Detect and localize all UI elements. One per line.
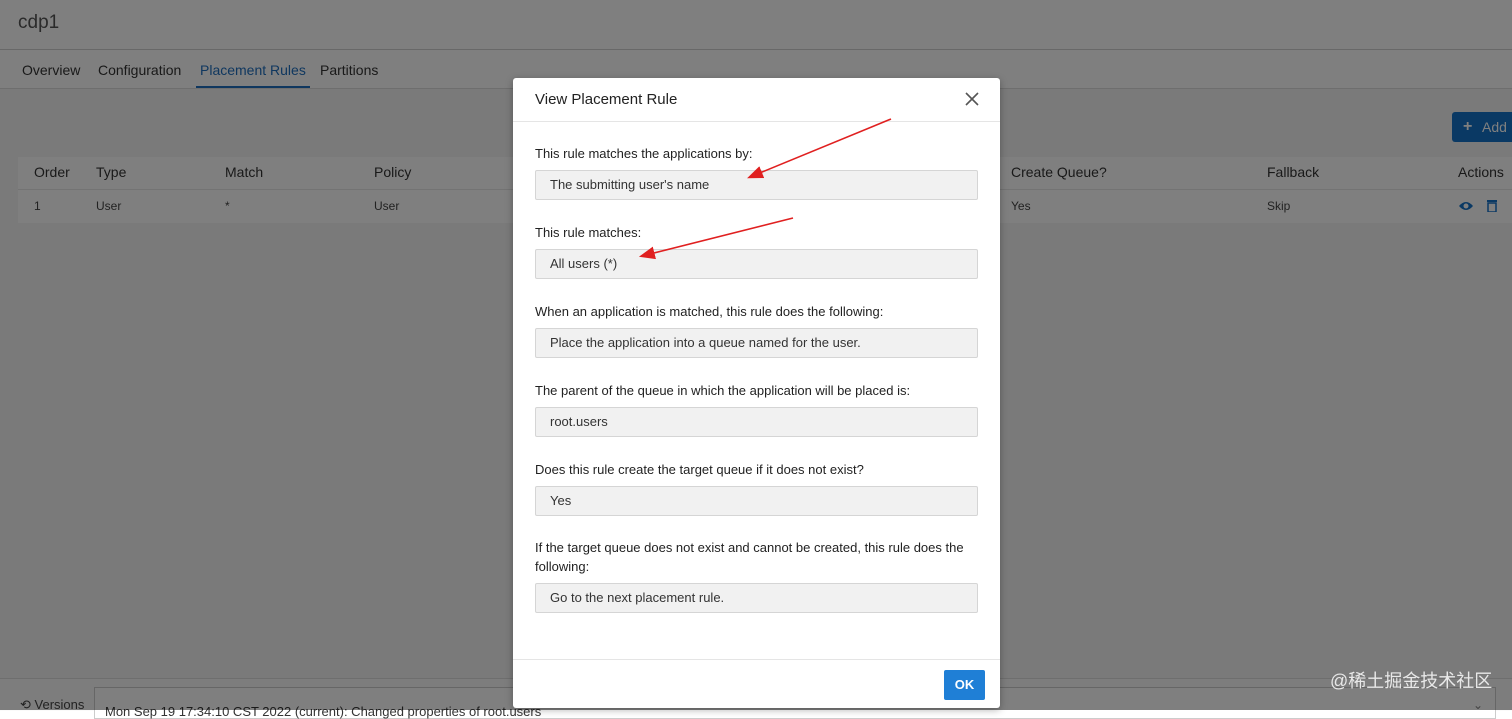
field-value-create-queue: Yes: [550, 493, 572, 508]
field-value-match-by: The submitting user's name: [550, 177, 710, 192]
close-icon[interactable]: [965, 89, 979, 112]
field-value-parent-queue: root.users: [550, 414, 608, 429]
field-create-queue: Yes: [535, 486, 978, 516]
modal-title: View Placement Rule: [535, 91, 678, 108]
ok-button[interactable]: OK: [944, 670, 985, 700]
field-fallback: Go to the next placement rule.: [535, 583, 978, 613]
field-label-match-by: This rule matches the applications by:: [535, 146, 753, 161]
view-placement-rule-dialog: View Placement Rule This rule matches th…: [513, 78, 1000, 708]
field-label-action: When an application is matched, this rul…: [535, 304, 884, 319]
field-label-create-queue: Does this rule create the target queue i…: [535, 462, 864, 477]
field-match-by: The submitting user's name: [535, 170, 978, 200]
field-label-matches: This rule matches:: [535, 225, 642, 240]
modal-header: View Placement Rule: [513, 78, 1000, 122]
field-matches: All users (*): [535, 249, 978, 279]
watermark: @稀土掘金技术社区: [1330, 671, 1493, 691]
field-label-fallback: If the target queue does not exist and c…: [535, 540, 964, 574]
field-value-action: Place the application into a queue named…: [550, 335, 861, 350]
modal-footer: OK: [513, 659, 1000, 709]
field-label-parent-queue: The parent of the queue in which the app…: [535, 383, 911, 398]
field-value-fallback: Go to the next placement rule.: [550, 590, 725, 605]
field-action: Place the application into a queue named…: [535, 328, 978, 358]
field-parent-queue: root.users: [535, 407, 978, 437]
field-value-matches: All users (*): [550, 256, 618, 271]
